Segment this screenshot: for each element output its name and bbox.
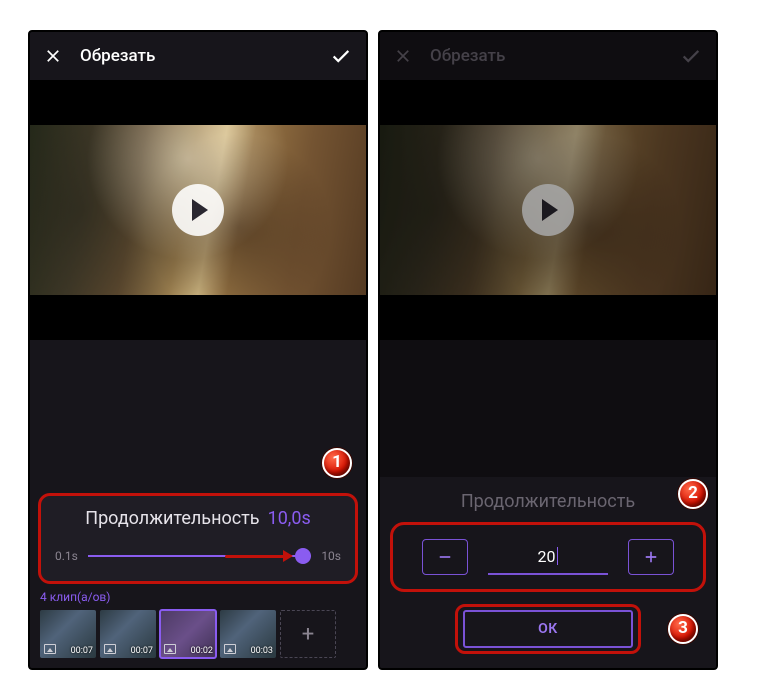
- header: Обрезать: [30, 32, 366, 80]
- close-icon[interactable]: [394, 47, 412, 65]
- play-button[interactable]: [172, 184, 224, 236]
- video-preview: [380, 80, 716, 340]
- clip-thumbnail[interactable]: 00:07: [100, 610, 156, 658]
- annotation-badge-2: 2: [678, 479, 708, 509]
- text-cursor: [557, 547, 558, 565]
- close-icon[interactable]: [44, 47, 62, 65]
- clip-thumbnail-selected[interactable]: 00:02: [160, 610, 216, 658]
- confirm-icon[interactable]: [330, 45, 352, 67]
- annotation-badge-3: 3: [668, 614, 698, 644]
- annotation-badge-1: 1: [322, 448, 352, 478]
- plus-icon: [642, 548, 660, 566]
- increment-button[interactable]: [628, 539, 674, 575]
- clip-thumbnail[interactable]: 00:03: [220, 610, 276, 658]
- header-title: Обрезать: [80, 46, 330, 66]
- slider-max-label: 10s: [321, 549, 341, 563]
- image-icon: [224, 644, 236, 654]
- slider-min-label: 0.1s: [55, 549, 78, 563]
- decrement-button[interactable]: [422, 539, 468, 575]
- sheet-title: Продолжительность: [390, 491, 706, 512]
- confirm-icon[interactable]: [680, 45, 702, 67]
- stepper-callout: 20: [390, 522, 706, 592]
- duration-slider[interactable]: [88, 547, 311, 565]
- duration-input[interactable]: 20: [488, 539, 608, 575]
- image-icon: [104, 644, 116, 654]
- play-button[interactable]: [522, 184, 574, 236]
- duration-input-value: 20: [538, 547, 556, 566]
- clip-duration: 00:07: [71, 646, 93, 656]
- duration-sheet: Продолжительность 2 20 ОК 3: [380, 477, 716, 668]
- duration-value[interactable]: 10,0s: [268, 508, 311, 529]
- video-preview: [30, 80, 366, 340]
- header: Обрезать: [380, 32, 716, 80]
- duration-callout: Продолжительность 10,0s 0.1s 10s: [38, 493, 358, 584]
- image-icon: [44, 644, 56, 654]
- screen-trim-stepper: Обрезать Продолжительность 2 20 ОК 3: [378, 30, 718, 670]
- clip-thumbnail[interactable]: 00:07: [40, 610, 96, 658]
- clip-duration: 00:02: [191, 646, 213, 656]
- duration-label: Продолжительность: [85, 508, 259, 529]
- duration-panel: Продолжительность 10,0s 0.1s 10s: [38, 493, 358, 584]
- ok-callout: [455, 604, 641, 654]
- screen-trim-main: Обрезать 1 Продолжительность 10,0s 0.1s …: [28, 30, 368, 670]
- minus-icon: [436, 548, 454, 566]
- clips-count: 4 клип(а/ов): [40, 590, 356, 604]
- annotation-arrow: [225, 550, 293, 562]
- clip-duration: 00:03: [251, 646, 273, 656]
- image-icon: [164, 644, 176, 654]
- add-clip-button[interactable]: +: [280, 610, 336, 658]
- clip-duration: 00:07: [131, 646, 153, 656]
- header-title: Обрезать: [430, 46, 680, 66]
- spacer: [30, 340, 366, 493]
- slider-thumb[interactable]: [295, 548, 311, 564]
- clips-strip: 4 клип(а/ов) 00:07 00:07 00:02 00:03 +: [30, 584, 366, 668]
